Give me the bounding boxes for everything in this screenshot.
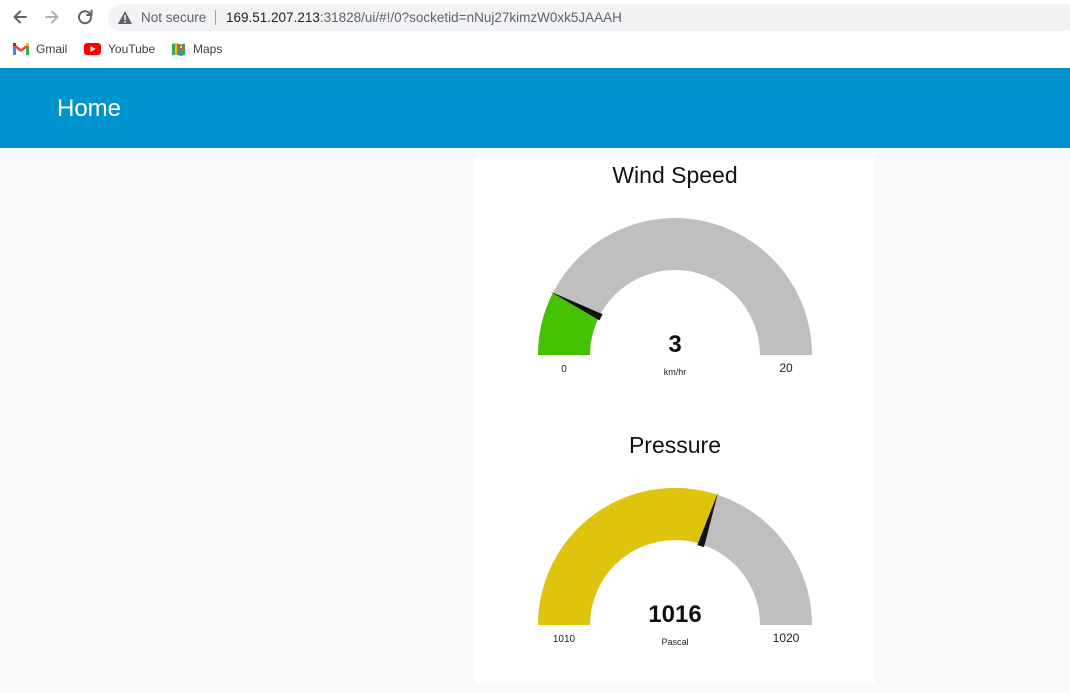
address-bar[interactable]: Not secure 169.51.207.213:31828/ui/#!/0?… (108, 4, 1070, 31)
gauge-min-label: 1010 (553, 634, 576, 645)
bookmark-label: Gmail (36, 42, 68, 56)
address-divider (215, 10, 216, 25)
gauge-max-label: 20 (779, 361, 793, 375)
warning-icon[interactable] (117, 10, 133, 25)
gauge-title-pressure: Pressure (628, 432, 722, 458)
bookmark-gmail[interactable]: Gmail (13, 40, 67, 58)
back-button[interactable] (10, 7, 30, 27)
page-title: Home (57, 95, 122, 122)
bookmark-youtube[interactable]: YouTube (84, 40, 155, 58)
pressure-gauge: 1016 Pascal 1010 1020 (538, 488, 812, 647)
security-status-label[interactable]: Not secure (141, 10, 206, 25)
url-path: :31828/ui/#!/0?socketid=nNuj27kimzW0xk5J… (319, 10, 622, 25)
bookmark-maps[interactable]: Maps (171, 40, 222, 58)
forward-button[interactable] (42, 7, 62, 27)
gauge-value: 1016 (648, 601, 701, 628)
gauge-max-label: 1020 (773, 631, 800, 645)
url-text[interactable]: 169.51.207.213:31828/ui/#!/0?socketid=nN… (226, 10, 622, 25)
gmail-icon (13, 43, 29, 55)
arrow-left-icon (13, 10, 27, 24)
app-header: Home (0, 68, 1070, 148)
gauge-units: Pascal (661, 637, 688, 647)
gauge-min-label: 0 (561, 364, 567, 375)
gauge-value: 3 (668, 331, 681, 358)
gauge-units: km/hr (664, 367, 687, 377)
browser-toolbar: Not secure 169.51.207.213:31828/ui/#!/0?… (0, 0, 1070, 68)
wind-speed-gauge: 3 km/hr 0 20 (538, 218, 812, 377)
youtube-icon (84, 43, 101, 55)
arrow-right-icon (45, 10, 59, 24)
maps-icon (172, 42, 185, 56)
url-host: 169.51.207.213 (226, 10, 320, 25)
dashboard-card: Wind Speed 3 km/hr 0 20 Pressure 1016 Pa… (475, 154, 875, 684)
gauge-title-wind-speed: Wind Speed (612, 162, 738, 188)
bookmark-label: Maps (193, 42, 223, 56)
reload-button[interactable] (75, 7, 95, 27)
bookmark-label: YouTube (108, 42, 156, 56)
reload-icon (78, 9, 93, 25)
